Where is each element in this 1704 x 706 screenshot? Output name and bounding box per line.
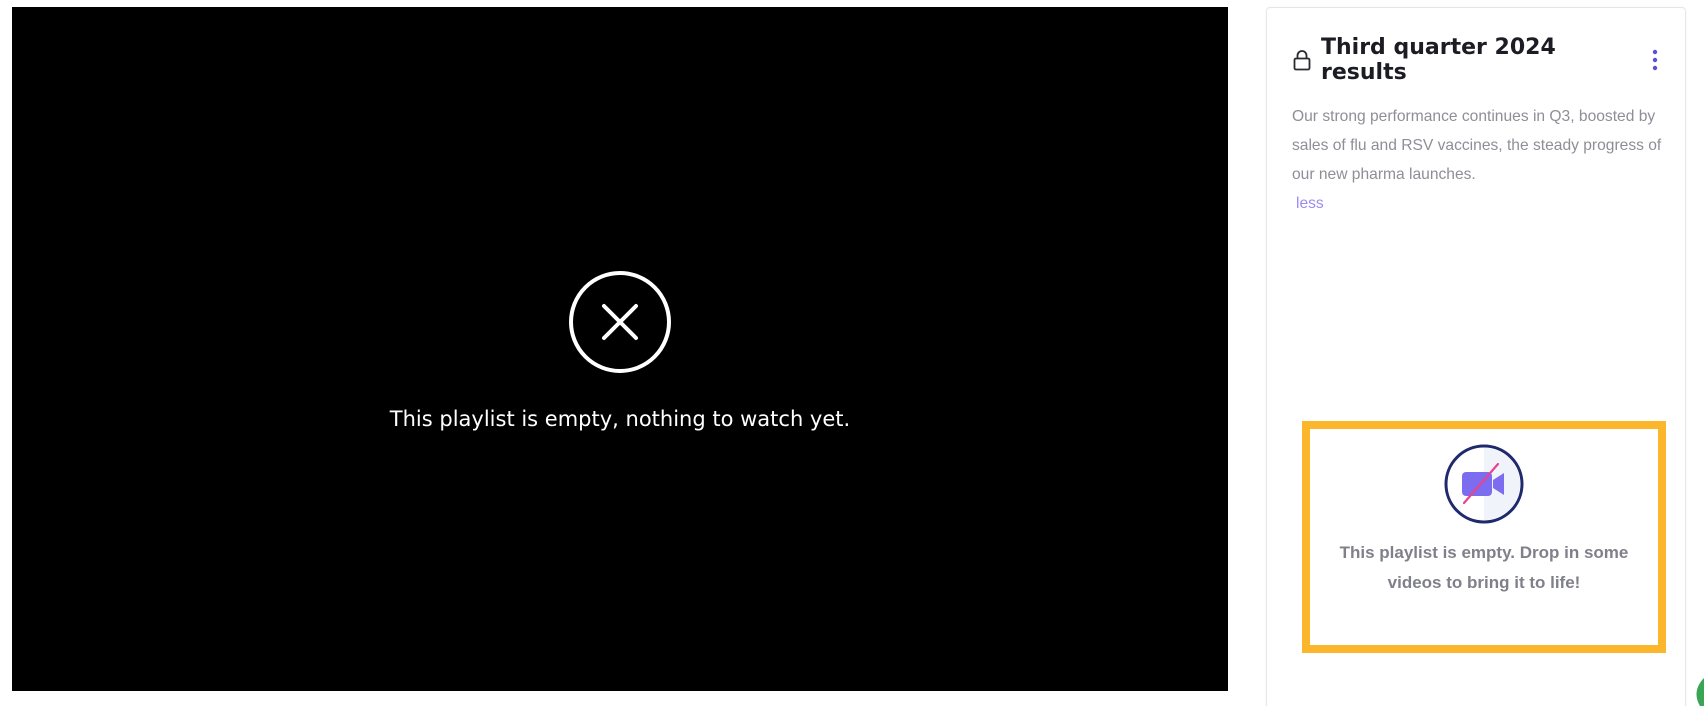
playlist-description: Our strong performance continues in Q3, … — [1292, 102, 1662, 218]
show-less-link[interactable]: less — [1296, 189, 1324, 218]
playlist-title: Third quarter 2024 results — [1321, 35, 1556, 85]
corner-leaf-icon — [1696, 678, 1704, 706]
lock-icon — [1293, 50, 1311, 71]
video-player[interactable]: This playlist is empty, nothing to watch… — [12, 7, 1228, 691]
player-empty-state: This playlist is empty, nothing to watch… — [12, 269, 1228, 431]
description-text: Our strong performance continues in Q3, … — [1292, 108, 1662, 183]
video-off-icon — [1444, 444, 1524, 524]
more-options-button[interactable] — [1643, 45, 1667, 75]
panel-header: Third quarter 2024 results — [1291, 35, 1667, 85]
playlist-panel: Third quarter 2024 results Our strong pe… — [1266, 7, 1686, 706]
empty-playlist-card: This playlist is empty. Drop in some vid… — [1302, 421, 1666, 653]
close-circle-icon — [569, 271, 671, 373]
more-vertical-icon — [1652, 49, 1658, 71]
empty-playlist-message: This playlist is empty. Drop in some vid… — [1339, 543, 1629, 592]
app-root: This playlist is empty, nothing to watch… — [0, 0, 1704, 706]
player-empty-message: This playlist is empty, nothing to watch… — [389, 407, 851, 431]
